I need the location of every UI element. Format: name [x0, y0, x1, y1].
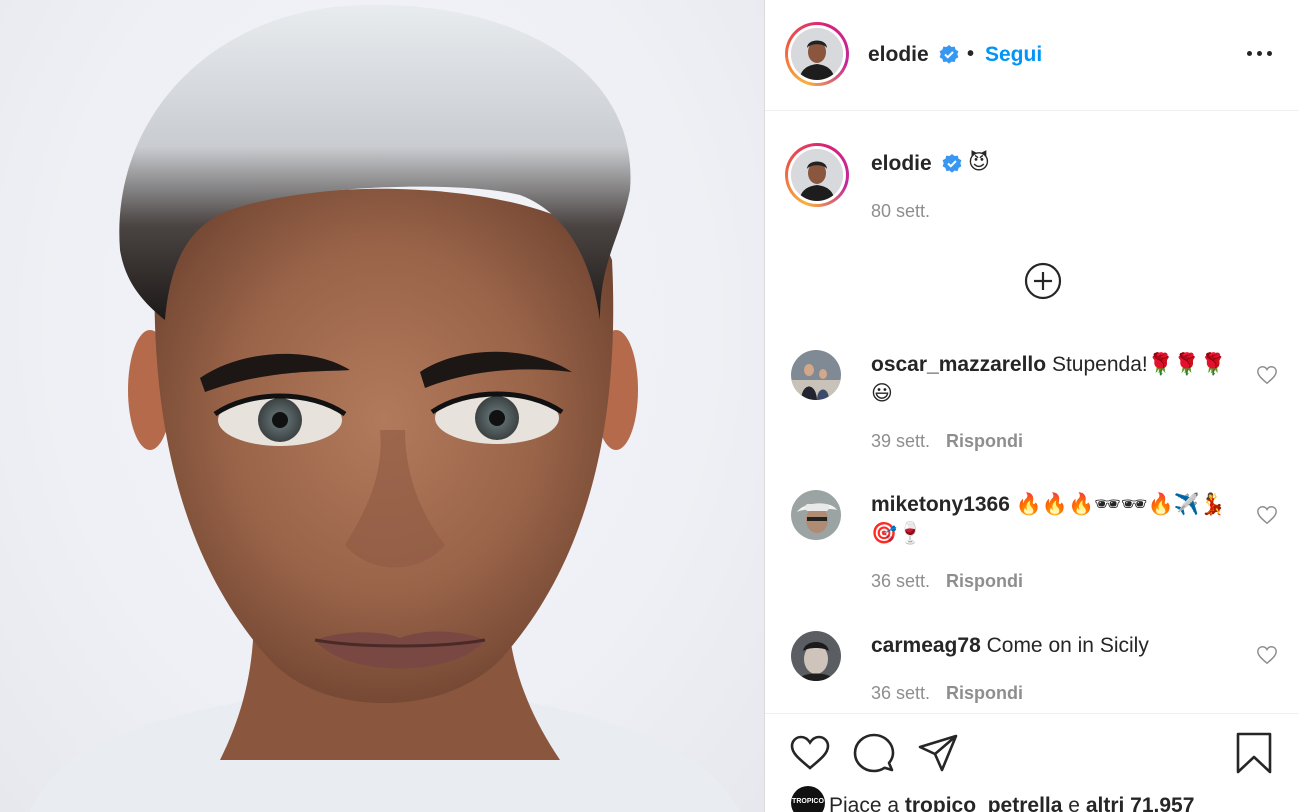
likes-summary: Piace a tropico_petrella e altri 71.957: [829, 794, 1194, 812]
like-heart-icon[interactable]: [789, 732, 831, 774]
author-username[interactable]: elodie: [868, 43, 929, 67]
likes-conjunction: e: [1068, 794, 1080, 812]
more-options-icon[interactable]: [1247, 43, 1273, 63]
comment-text: Come on in Sicily: [986, 634, 1149, 657]
liker-username[interactable]: tropico_petrella: [905, 794, 1063, 812]
header-separator: •: [967, 43, 975, 65]
post-photo[interactable]: [0, 0, 764, 812]
comment-body: miketony1366 🔥🔥🔥🕶🕶🔥✈️💃🎯🍷: [871, 490, 1231, 548]
liker-avatar[interactable]: TROPICO: [791, 786, 825, 812]
portrait-image: [30, 4, 740, 812]
post-header: elodie • Segui: [765, 0, 1298, 111]
caption-avatar-image: [791, 149, 843, 201]
heart-icon[interactable]: [1256, 504, 1278, 526]
comment-meta: 39 sett. Rispondi: [871, 431, 1023, 452]
caption-text: 😈: [968, 151, 990, 174]
comment-avatar[interactable]: [791, 350, 841, 400]
comment-timestamp: 36 sett.: [871, 683, 931, 703]
verified-badge-icon: [939, 45, 959, 64]
heart-icon[interactable]: [1256, 644, 1278, 666]
author-avatar-image: [791, 28, 843, 80]
caption-username[interactable]: elodie: [871, 152, 932, 176]
author-avatar[interactable]: [785, 22, 849, 86]
comment-avatar[interactable]: [791, 490, 841, 540]
comment-meta: 36 sett. Rispondi: [871, 683, 1023, 704]
plus-circle-icon[interactable]: [1024, 262, 1062, 300]
comment-avatar-image: [791, 350, 841, 400]
reply-button[interactable]: Rispondi: [946, 431, 1023, 451]
verified-badge-icon: [942, 154, 962, 173]
share-icon[interactable]: [917, 732, 959, 774]
comment-username[interactable]: miketony1366: [871, 493, 1010, 516]
comment-timestamp: 39 sett.: [871, 431, 931, 451]
comment-body: oscar_mazzarello Stupenda!🌹🌹🌹😃: [871, 350, 1231, 408]
caption-avatar[interactable]: [785, 143, 849, 207]
comment-avatar[interactable]: [791, 631, 841, 681]
caption-timestamp: 80 sett.: [871, 201, 931, 221]
comment-username[interactable]: oscar_mazzarello: [871, 353, 1046, 376]
comment-username[interactable]: carmeag78: [871, 634, 981, 657]
bookmark-icon[interactable]: [1233, 732, 1275, 774]
reply-button[interactable]: Rispondi: [946, 571, 1023, 591]
comment-body: carmeag78 Come on in Sicily: [871, 631, 1231, 660]
reply-button[interactable]: Rispondi: [946, 683, 1023, 703]
likes-count-link[interactable]: altri 71.957: [1086, 794, 1195, 812]
likes-prefix: Piace a: [829, 794, 900, 812]
post-actions-bar: TROPICO Piace a tropico_petrella e altri…: [765, 713, 1298, 812]
comment-avatar-image: [791, 631, 841, 681]
comment-icon[interactable]: [853, 732, 895, 774]
heart-icon[interactable]: [1256, 364, 1278, 386]
comment-meta: 36 sett. Rispondi: [871, 571, 1023, 592]
liker-avatar-text: TROPICO: [792, 798, 824, 805]
comment-avatar-image: [791, 490, 841, 540]
follow-button[interactable]: Segui: [985, 43, 1042, 67]
post-side-panel: elodie • Segui elodie 😈 80 sett. oscar_m…: [764, 0, 1298, 812]
comment-timestamp: 36 sett.: [871, 571, 931, 591]
